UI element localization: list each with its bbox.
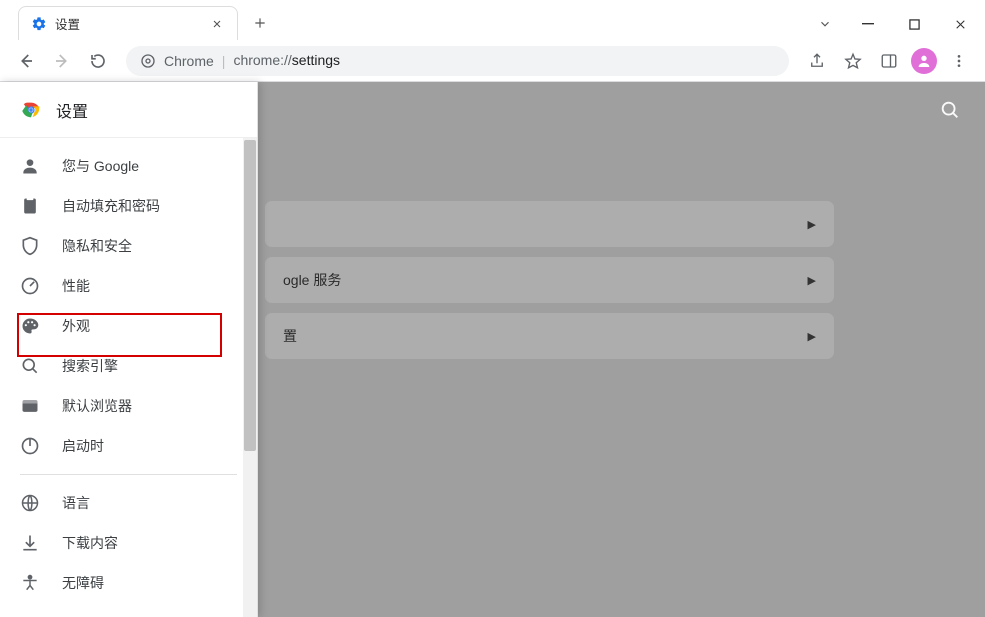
sidebar-item-languages[interactable]: 语言 <box>0 483 229 523</box>
url-divider: | <box>222 53 226 69</box>
forward-button[interactable] <box>46 45 78 77</box>
back-button[interactable] <box>10 45 42 77</box>
clipboard-icon <box>20 196 40 216</box>
browser-icon <box>20 396 40 416</box>
card-label: 置 <box>283 326 297 346</box>
chevron-right-icon: ▶ <box>808 274 816 287</box>
download-icon <box>20 533 40 553</box>
scrollbar[interactable] <box>243 138 257 617</box>
drawer-header: 设置 <box>0 82 257 138</box>
sidebar-item-you-and-google[interactable]: 您与 Google <box>0 146 229 186</box>
scrollbar-thumb[interactable] <box>244 140 256 451</box>
maximize-button[interactable] <box>891 8 937 40</box>
gauge-icon <box>20 276 40 296</box>
sidebar-item-label: 启动时 <box>62 436 104 456</box>
chrome-logo-icon <box>20 99 42 121</box>
new-tab-button[interactable] <box>246 9 274 37</box>
settings-card[interactable]: 置 ▶ <box>264 312 835 360</box>
power-icon <box>20 436 40 456</box>
menu-button[interactable] <box>943 45 975 77</box>
sidebar-item-accessibility[interactable]: 无障碍 <box>0 563 229 603</box>
gear-icon <box>31 16 47 32</box>
reload-button[interactable] <box>82 45 114 77</box>
toolbar: Chrome | chrome://settings <box>0 40 985 82</box>
drawer-nav-list[interactable]: 您与 Google 自动填充和密码 隐私和安全 性能 外观 搜索引擎 默认浏览器 <box>0 138 257 617</box>
palette-icon <box>20 316 40 336</box>
sidebar-item-appearance[interactable]: 外观 <box>0 306 229 346</box>
card-label: ogle 服务 <box>283 270 341 290</box>
sidebar-item-label: 外观 <box>62 316 90 336</box>
settings-card[interactable]: ▶ <box>264 200 835 248</box>
titlebar: 设置 <box>0 0 985 40</box>
minimize-button[interactable] <box>845 8 891 40</box>
settings-cards: ▶ ogle 服务 ▶ 置 ▶ <box>264 200 835 368</box>
sidebar-item-privacy-security[interactable]: 隐私和安全 <box>0 226 229 266</box>
sidebar-item-on-startup[interactable]: 启动时 <box>0 426 229 466</box>
settings-drawer: 设置 您与 Google 自动填充和密码 隐私和安全 性能 外观 搜索引擎 <box>0 82 258 617</box>
chevron-right-icon: ▶ <box>808 330 816 343</box>
window-controls <box>805 8 983 40</box>
address-bar[interactable]: Chrome | chrome://settings <box>126 46 789 76</box>
close-window-button[interactable] <box>937 8 983 40</box>
divider <box>20 474 237 475</box>
sidebar-item-label: 默认浏览器 <box>62 396 132 416</box>
globe-icon <box>20 493 40 513</box>
bookmark-button[interactable] <box>837 45 869 77</box>
sidebar-item-downloads[interactable]: 下载内容 <box>0 523 229 563</box>
browser-tab[interactable]: 设置 <box>18 6 238 40</box>
sidebar-item-label: 性能 <box>62 276 90 296</box>
side-panel-button[interactable] <box>873 45 905 77</box>
sidebar-item-search-engine[interactable]: 搜索引擎 <box>0 346 229 386</box>
accessibility-icon <box>20 573 40 593</box>
sidebar-item-label: 隐私和安全 <box>62 236 132 256</box>
sidebar-item-label: 您与 Google <box>62 156 139 176</box>
sidebar-item-label: 无障碍 <box>62 573 104 593</box>
url-text: chrome://settings <box>233 52 340 70</box>
sidebar-item-performance[interactable]: 性能 <box>0 266 229 306</box>
sidebar-item-default-browser[interactable]: 默认浏览器 <box>0 386 229 426</box>
tab-title: 设置 <box>55 14 201 33</box>
profile-avatar[interactable] <box>911 48 937 74</box>
person-icon <box>20 156 40 176</box>
close-icon[interactable] <box>209 16 225 32</box>
tab-strip: 设置 <box>0 6 805 40</box>
chevron-down-icon[interactable] <box>805 8 845 40</box>
share-button[interactable] <box>801 45 833 77</box>
sidebar-item-label: 语言 <box>62 493 90 513</box>
search-icon <box>20 356 40 376</box>
settings-card[interactable]: ogle 服务 ▶ <box>264 256 835 304</box>
site-label: Chrome <box>164 53 214 69</box>
search-icon[interactable] <box>939 99 961 121</box>
shield-icon <box>20 236 40 256</box>
sidebar-item-label: 搜索引擎 <box>62 356 118 376</box>
sidebar-item-label: 自动填充和密码 <box>62 196 160 216</box>
sidebar-item-label: 下载内容 <box>62 533 118 553</box>
chrome-settings-icon <box>140 53 156 69</box>
sidebar-item-autofill[interactable]: 自动填充和密码 <box>0 186 229 226</box>
drawer-title: 设置 <box>56 98 88 122</box>
chevron-right-icon: ▶ <box>808 218 816 231</box>
